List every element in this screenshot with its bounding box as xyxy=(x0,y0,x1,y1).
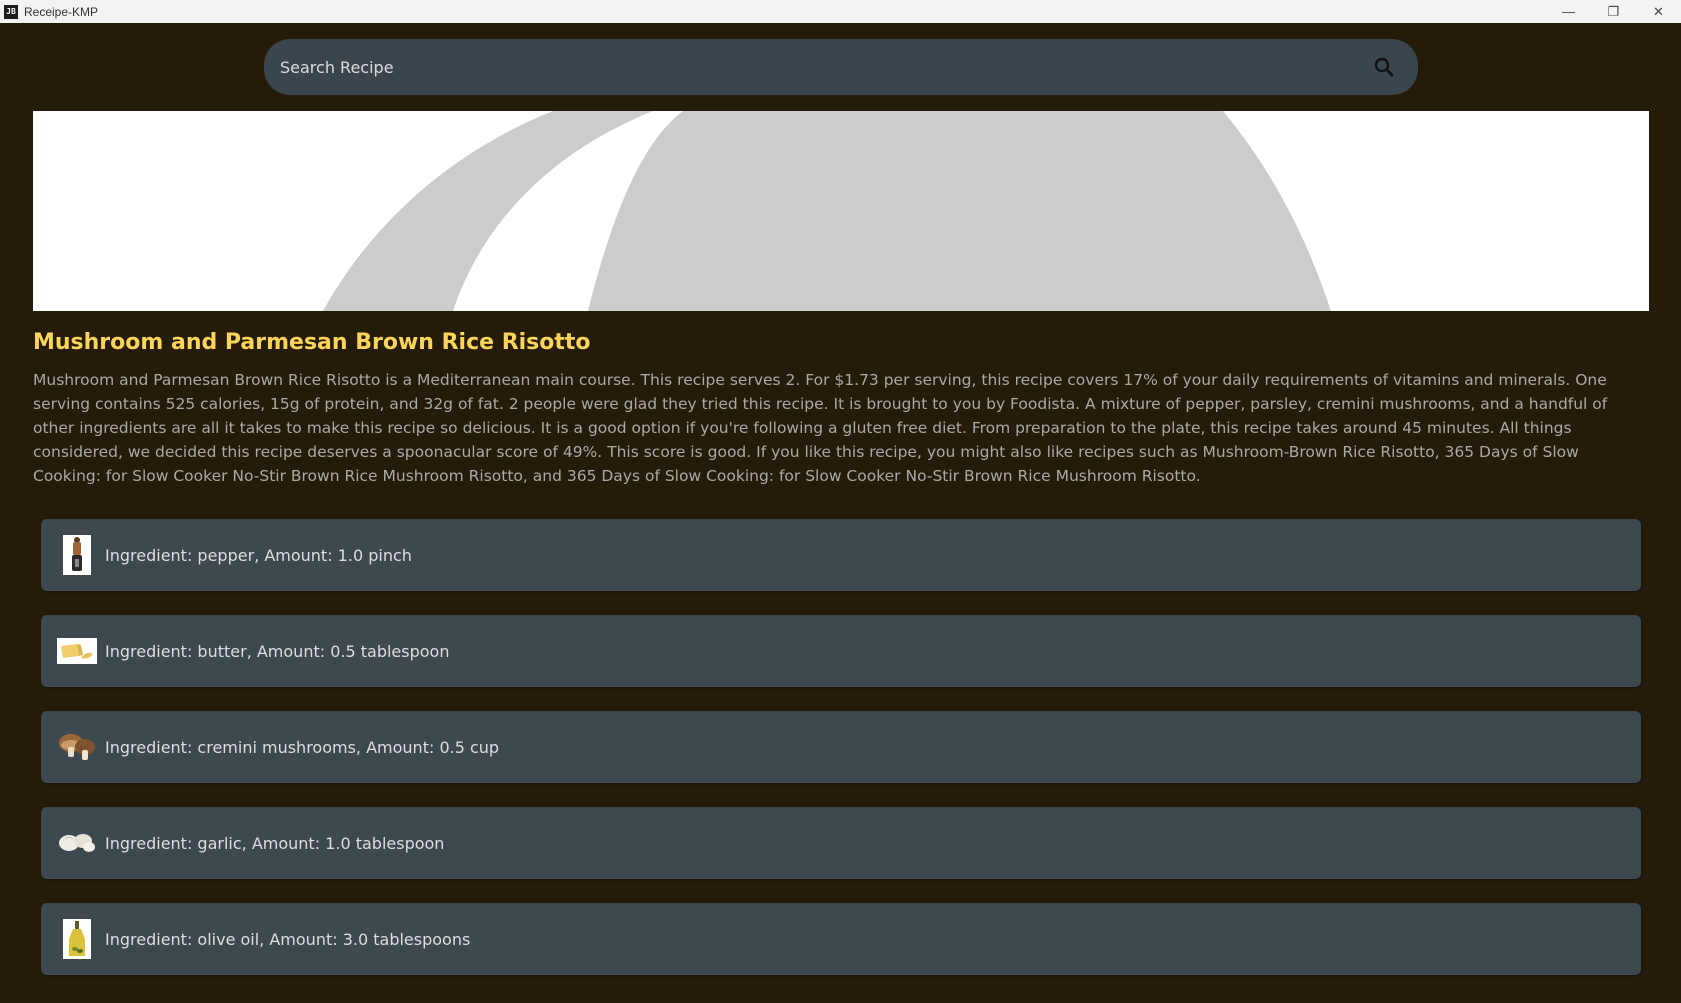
ingredient-card[interactable]: Ingredient: garlic, Amount: 1.0 tablespo… xyxy=(41,807,1641,879)
ingredient-text: Ingredient: cremini mushrooms, Amount: 0… xyxy=(105,737,500,757)
ingredient-card[interactable]: Ingredient: butter, Amount: 0.5 tablespo… xyxy=(41,615,1641,687)
recipe-title: Mushroom and Parmesan Brown Rice Risotto xyxy=(33,330,591,355)
ingredient-list: Ingredient: pepper, Amount: 1.0 pinch In… xyxy=(41,519,1641,999)
app-logo-icon: JB xyxy=(4,4,18,19)
restore-button[interactable]: ❐ xyxy=(1591,0,1636,23)
minimize-button[interactable]: — xyxy=(1546,0,1591,23)
ingredient-text: Ingredient: olive oil, Amount: 3.0 table… xyxy=(105,929,471,949)
ingredient-text: Ingredient: butter, Amount: 0.5 tablespo… xyxy=(105,641,450,661)
window-title: Receipe-KMP xyxy=(24,4,99,19)
search-bar xyxy=(264,39,1418,95)
image-placeholder-icon xyxy=(323,111,1331,311)
search-input[interactable] xyxy=(264,56,1372,78)
garlic-icon xyxy=(57,823,97,863)
mushroom-icon xyxy=(57,727,97,767)
ingredient-text: Ingredient: pepper, Amount: 1.0 pinch xyxy=(105,545,412,565)
close-button[interactable]: ✕ xyxy=(1636,0,1681,23)
butter-icon xyxy=(57,631,97,671)
pepper-grinder-icon xyxy=(57,535,97,575)
recipe-description: Mushroom and Parmesan Brown Rice Risotto… xyxy=(33,371,1608,485)
ingredient-card[interactable]: Ingredient: cremini mushrooms, Amount: 0… xyxy=(41,711,1641,783)
window-title-bar: JB Receipe-KMP — ❐ ✕ xyxy=(0,0,1681,23)
olive-oil-icon xyxy=(57,919,97,959)
recipe-image xyxy=(33,111,1649,311)
ingredient-text: Ingredient: garlic, Amount: 1.0 tablespo… xyxy=(105,833,445,853)
search-icon[interactable] xyxy=(1372,55,1396,79)
ingredient-card[interactable]: Ingredient: olive oil, Amount: 3.0 table… xyxy=(41,903,1641,975)
ingredient-card[interactable]: Ingredient: pepper, Amount: 1.0 pinch xyxy=(41,519,1641,591)
window-controls: — ❐ ✕ xyxy=(1546,0,1681,23)
